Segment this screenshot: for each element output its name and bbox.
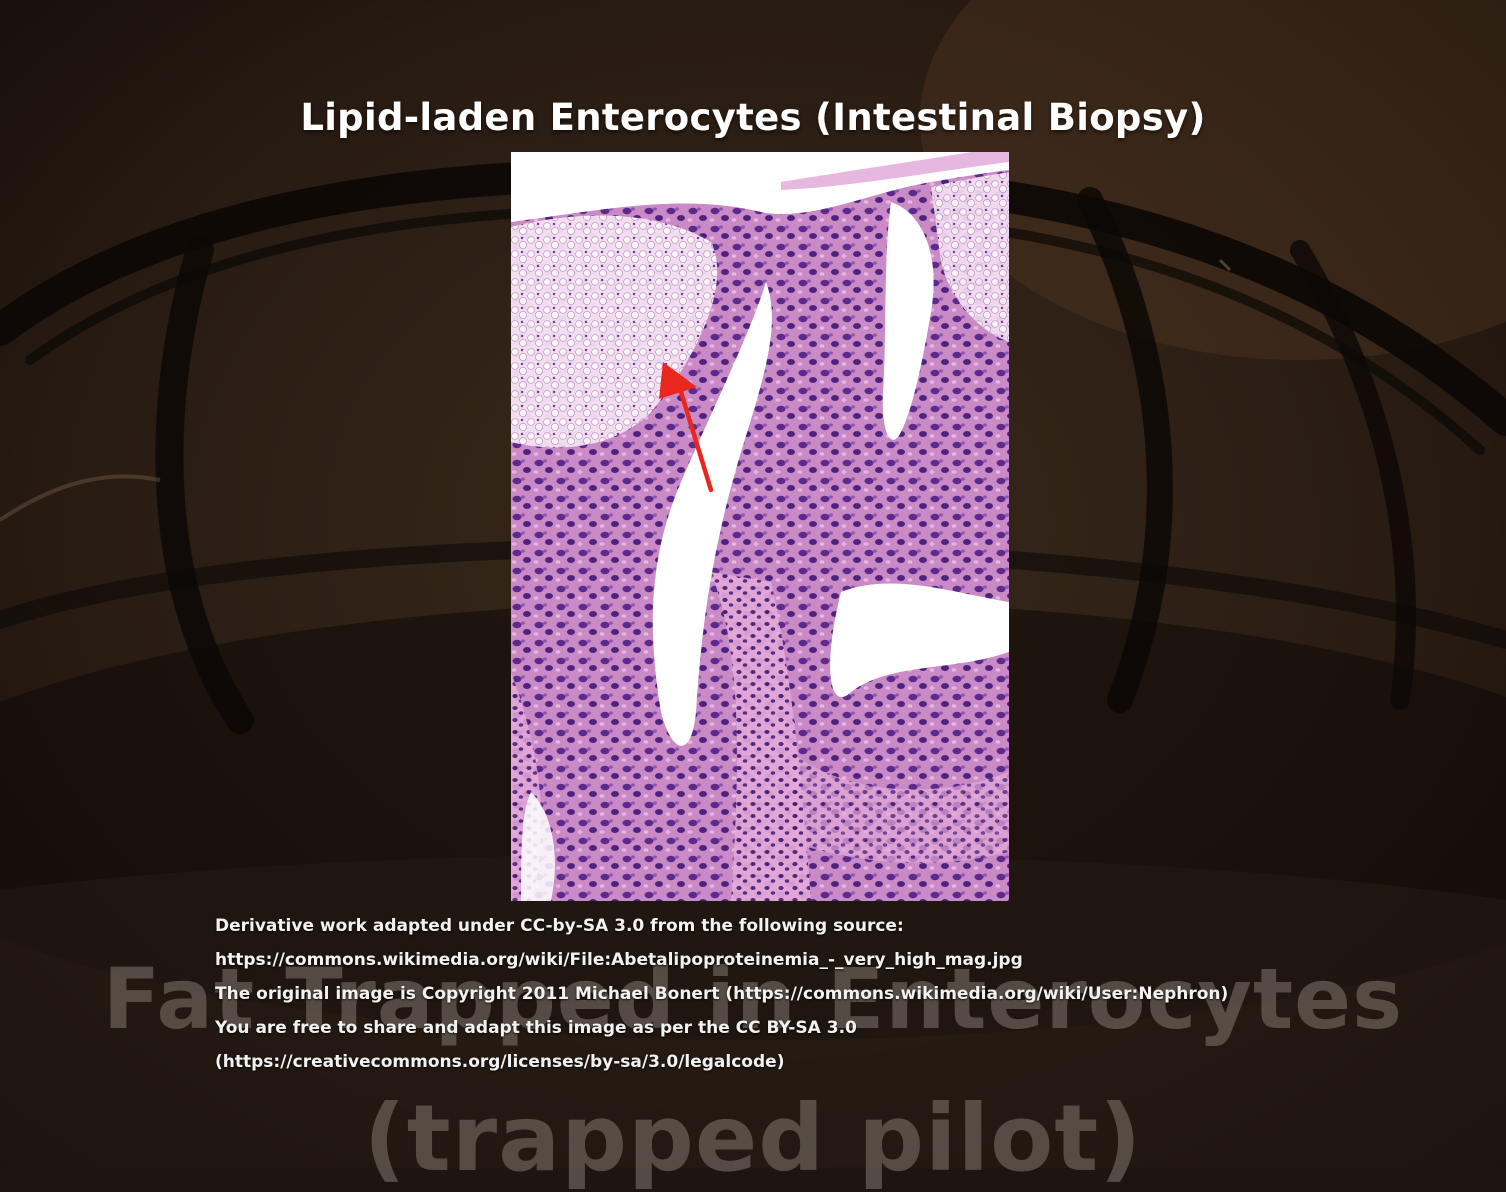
slide-title: Lipid-laden Enterocytes (Intestinal Biop… <box>300 96 1206 139</box>
watermark-title-line2: (trapped pilot) <box>363 1085 1143 1192</box>
credit-line-4: You are free to share and adapt this ima… <box>215 1018 857 1038</box>
histology-image <box>511 152 1009 901</box>
credit-line-2: https://commons.wikimedia.org/wiki/File:… <box>215 950 1023 970</box>
credit-line-3: The original image is Copyright 2011 Mic… <box>215 984 1229 1004</box>
credit-line-5: (https://creativecommons.org/licenses/by… <box>215 1052 785 1072</box>
attribution-credits: Derivative work adapted under CC-by-SA 3… <box>215 910 1415 1080</box>
credit-line-1: Derivative work adapted under CC-by-SA 3… <box>215 916 904 936</box>
histology-micrograph <box>511 152 1009 901</box>
